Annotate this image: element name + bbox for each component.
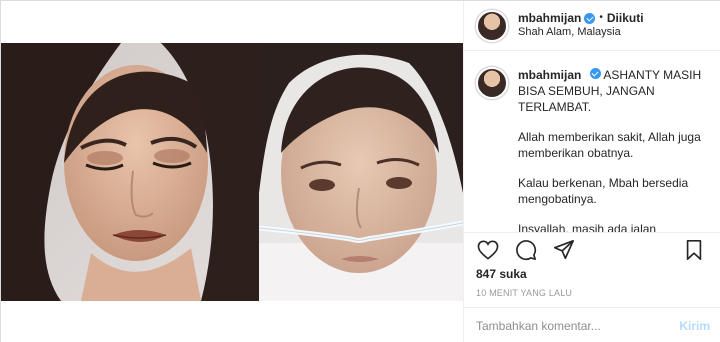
location-link[interactable]: Shah Alam, Malaysia <box>518 26 644 40</box>
share-icon[interactable] <box>552 238 576 262</box>
portrait-photo-right <box>259 43 463 301</box>
caption-row: mbahmijan ASHANTY MASIH BISA SEMBUH, JAN… <box>476 67 710 233</box>
comment-input[interactable] <box>476 318 680 333</box>
caption-paragraph: Kalau berkenan, Mbah bersedia mengobatin… <box>518 176 689 206</box>
instagram-post: mbahmijan • Diikuti Shah Alam, Malaysia … <box>0 0 720 342</box>
post-sidebar: mbahmijan • Diikuti Shah Alam, Malaysia … <box>463 1 720 342</box>
comment-icon[interactable] <box>514 238 538 262</box>
verified-badge-icon <box>584 13 596 25</box>
photo-collage <box>1 43 463 301</box>
caption-username-link[interactable]: mbahmijan <box>518 68 581 82</box>
follow-status-button[interactable]: Diikuti <box>607 11 644 26</box>
portrait-photo-left <box>1 43 259 301</box>
post-timestamp: 10 MENIT YANG LALU <box>476 288 573 298</box>
bookmark-icon[interactable] <box>682 238 706 262</box>
avatar[interactable] <box>476 9 508 42</box>
username-link[interactable]: mbahmijan <box>518 11 581 26</box>
header-text: mbahmijan • Diikuti Shah Alam, Malaysia <box>518 11 644 40</box>
caption-paragraph: Insyallah, masih ada jalan kesembuhan, t… <box>518 222 657 233</box>
caption-avatar[interactable] <box>476 67 508 99</box>
verified-badge-icon <box>589 68 601 79</box>
separator-dot: • <box>599 12 603 24</box>
heart-icon[interactable] <box>476 238 500 262</box>
caption-first-paragraph: mbahmijan ASHANTY MASIH BISA SEMBUH, JAN… <box>518 67 708 115</box>
header-row: mbahmijan • Diikuti <box>518 11 644 26</box>
caption-paragraph: Allah memberikan sakit, Allah juga membe… <box>518 130 701 160</box>
action-bar <box>464 235 720 265</box>
comment-form: Kirim <box>464 307 720 342</box>
post-media[interactable] <box>1 1 463 342</box>
post-comment-button[interactable]: Kirim <box>679 319 710 333</box>
post-header: mbahmijan • Diikuti Shah Alam, Malaysia <box>464 1 720 51</box>
likes-count[interactable]: 847 suka <box>476 267 527 281</box>
caption-area: mbahmijan ASHANTY MASIH BISA SEMBUH, JAN… <box>464 51 720 233</box>
caption-body: mbahmijan ASHANTY MASIH BISA SEMBUH, JAN… <box>518 67 708 233</box>
